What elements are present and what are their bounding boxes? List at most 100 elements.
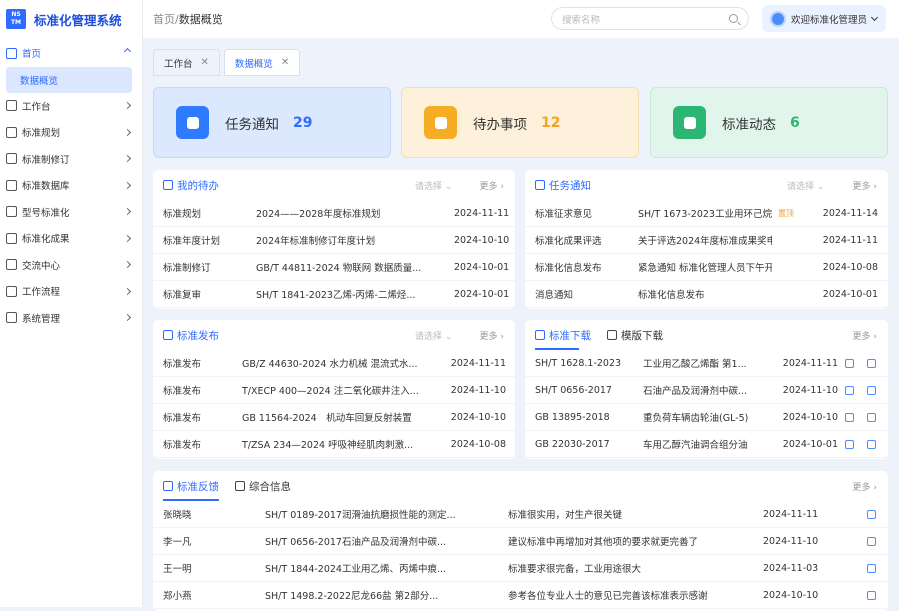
status-select[interactable]: 请选择 ⌄ <box>415 179 452 192</box>
cell: 2024-11-11 <box>454 207 509 219</box>
status-select[interactable]: 请选择 ⌄ <box>787 179 824 192</box>
chevron-icon <box>123 287 132 295</box>
cell: SH/T 1673-2023工业用环己烷 <box>638 209 772 220</box>
list-item[interactable]: 王一明 SH/T 1844-2024工业用乙烯、丙烯中痕... 标准要求很完备，工业… <box>153 555 888 582</box>
panel-title-secondary: 模版下载 <box>621 329 663 342</box>
search-input[interactable]: 搜索名称 <box>551 7 749 30</box>
list-item[interactable]: 郑小燕 SH/T 1498.2-2022尼龙66盐 第2部分... 参考各位专业人士… <box>153 582 888 609</box>
sidebar-item[interactable]: 型号标准化 <box>0 199 142 226</box>
cell: 车用乙醇汽油调合组分油 <box>643 440 748 451</box>
cell: 2024-11-11 <box>822 234 878 246</box>
cell: 2024——2028年度标准规划 <box>256 209 381 220</box>
close-icon[interactable]: ✕ <box>281 57 289 68</box>
list-item[interactable]: 标准发布 GB 11564-2024 机动车回复反射装置 2024-10-10 <box>153 404 515 431</box>
list-item[interactable]: 标准发布 T/XECP 400—2024 注二氧化碳井注入... 2024-11-1… <box>153 377 515 404</box>
flow-icon <box>6 285 17 297</box>
panel-tab[interactable]: 标准反馈 <box>163 479 219 494</box>
sidebar-item-label: 型号标准化 <box>22 207 70 219</box>
list-item[interactable]: 标准年度计划 2024年标准制修订年度计划 2024-10-10 <box>153 227 515 254</box>
list-item[interactable]: 标准制修订 GB/T 44811-2024 物联网 数据质量... 2024-10-… <box>153 254 515 281</box>
panel-tab[interactable]: 任务通知 <box>535 178 591 193</box>
sidebar-item-label: 交流中心 <box>22 260 61 272</box>
cell: 2024-11-03 <box>763 562 819 574</box>
sidebar-item[interactable]: 工作台 <box>0 93 142 120</box>
cell: 2024-11-10 <box>782 384 838 396</box>
list-item[interactable]: 标准化信息发布 紧急通知 标准化管理人员下午开会 2024-10-08 <box>525 254 888 281</box>
list-item[interactable]: SH/T 0656-2017 石油产品及润滑剂中碳... 2024-11-10 <box>525 377 888 404</box>
stat-card-tasks[interactable]: 任务通知 29 <box>153 87 391 158</box>
edit-icon[interactable] <box>867 510 876 522</box>
user-menu[interactable]: 欢迎标准化管理员 <box>762 5 886 32</box>
sidebar-item[interactable]: 工作流程 <box>0 278 142 305</box>
more-link[interactable]: 更多 › <box>853 480 877 493</box>
cell: GB 11564-2024 机动车回复反射装置 <box>242 413 412 424</box>
list-item[interactable]: 标准征求意见 SH/T 1673-2023工业用环己烷 置顶 2024-11-14 <box>525 200 888 227</box>
more-link[interactable]: 更多 › <box>853 179 877 192</box>
edit-icon[interactable] <box>867 537 876 549</box>
panel-tab-secondary[interactable]: 模版下载 <box>607 328 663 343</box>
cell: 2024-11-10 <box>763 535 819 547</box>
preview-icon[interactable] <box>867 440 876 452</box>
chevron-icon <box>123 48 132 56</box>
panel-header: 标准反馈 综合信息 更多 › <box>153 471 888 501</box>
sidebar-item[interactable]: 标准规划 <box>0 119 142 146</box>
list-item[interactable]: 标准复审 SH/T 1841-2023乙烯-丙烯-二烯烃... 2024-10-01 <box>153 281 515 308</box>
more-link[interactable]: 更多 › <box>480 179 504 192</box>
sidebar-item-label: 工作流程 <box>22 287 61 299</box>
sidebar-item[interactable]: 交流中心 <box>0 252 142 279</box>
cell: 标准征求意见 <box>535 209 593 220</box>
breadcrumb-home[interactable]: 首页/ <box>153 13 179 26</box>
cell: 郑小燕 <box>163 591 192 602</box>
stat-card-news[interactable]: 标准动态 6 <box>650 87 888 158</box>
download-icon[interactable] <box>845 359 854 371</box>
sidebar-item[interactable]: 系统管理 <box>0 305 142 332</box>
page-tabs: 工作台 ✕ 数据概览 ✕ <box>153 49 301 76</box>
download-icon[interactable] <box>845 413 854 425</box>
list-item[interactable]: 标准规划 2024——2028年度标准规划 2024-11-11 <box>153 200 515 227</box>
panel-tab[interactable]: 标准下载 <box>535 328 591 343</box>
list-item[interactable]: 消息通知 标准化信息发布 2024-10-01 <box>525 281 888 308</box>
list-item[interactable]: 标准化成果评选 关于评选2024年度标准成果奖申报通知 2024-11-11 <box>525 227 888 254</box>
list-icon <box>535 180 545 190</box>
panel-tab[interactable]: 我的待办 <box>163 178 219 193</box>
search-icon[interactable] <box>729 14 738 23</box>
edit-icon[interactable] <box>867 564 876 576</box>
plan-icon <box>6 126 17 138</box>
edit-icon[interactable] <box>867 591 876 603</box>
list-item[interactable]: 李一凡 SH/T 0656-2017石油产品及润滑剂中碳... 建议标准中再增加对其… <box>153 528 888 555</box>
cell: 2024-11-11 <box>782 357 838 369</box>
panel-tab-secondary[interactable]: 综合信息 <box>235 479 291 494</box>
stat-card-todo[interactable]: 待办事项 12 <box>401 87 639 158</box>
status-select[interactable]: 请选择 ⌄ <box>415 329 452 342</box>
sidebar-item[interactable]: 标准制修订 <box>0 146 142 173</box>
tab-overview[interactable]: 数据概览 ✕ <box>223 49 301 76</box>
chevron-icon <box>123 234 132 242</box>
list-item[interactable]: 标准发布 GB/Z 44630-2024 水力机械 混流式水... 2024-11-… <box>153 350 515 377</box>
avatar <box>770 10 786 27</box>
list-icon <box>163 180 173 190</box>
download-icon[interactable] <box>845 386 854 398</box>
more-link[interactable]: 更多 › <box>480 329 504 342</box>
download-icon[interactable] <box>845 440 854 452</box>
cell: 消息通知 <box>535 290 574 301</box>
more-link[interactable]: 更多 › <box>853 329 877 342</box>
panel-tab[interactable]: 标准发布 <box>163 328 219 343</box>
app-title: 标准化管理系统 <box>34 12 122 28</box>
list-item[interactable]: SH/T 1628.1-2023 工业用乙酸乙烯酯 第1... 2024-11-11 <box>525 350 888 377</box>
cell: GB/T 44811-2024 物联网 数据质量... <box>256 263 422 274</box>
preview-icon[interactable] <box>867 359 876 371</box>
sidebar-item[interactable]: 首页 <box>0 40 142 67</box>
cell: 2024-10-08 <box>450 438 506 450</box>
list-item[interactable]: GB 22030-2017 车用乙醇汽油调合组分油 2024-10-01 <box>525 431 888 458</box>
tab-workbench[interactable]: 工作台 ✕ <box>153 49 220 76</box>
cell: T/XECP 400—2024 注二氧化碳井注入... <box>242 386 419 397</box>
list-item[interactable]: 张晓晓 SH/T 0189-2017润滑油抗磨损性能的测定... 标准很实用，对生产… <box>153 501 888 528</box>
preview-icon[interactable] <box>867 386 876 398</box>
list-item[interactable]: 标准发布 T/ZSA 234—2024 呼吸神经肌肉刺激... 2024-10-08 <box>153 431 515 458</box>
preview-icon[interactable] <box>867 413 876 425</box>
close-icon[interactable]: ✕ <box>201 57 209 68</box>
sidebar-item[interactable]: 标准数据库 <box>0 172 142 199</box>
list-item[interactable]: GB 13895-2018 重负荷车辆齿轮油(GL-5) 2024-10-10 <box>525 404 888 431</box>
sidebar-item[interactable]: 标准化成果 <box>0 225 142 252</box>
sidebar-subitem-overview[interactable]: 数据概览 <box>6 66 132 93</box>
